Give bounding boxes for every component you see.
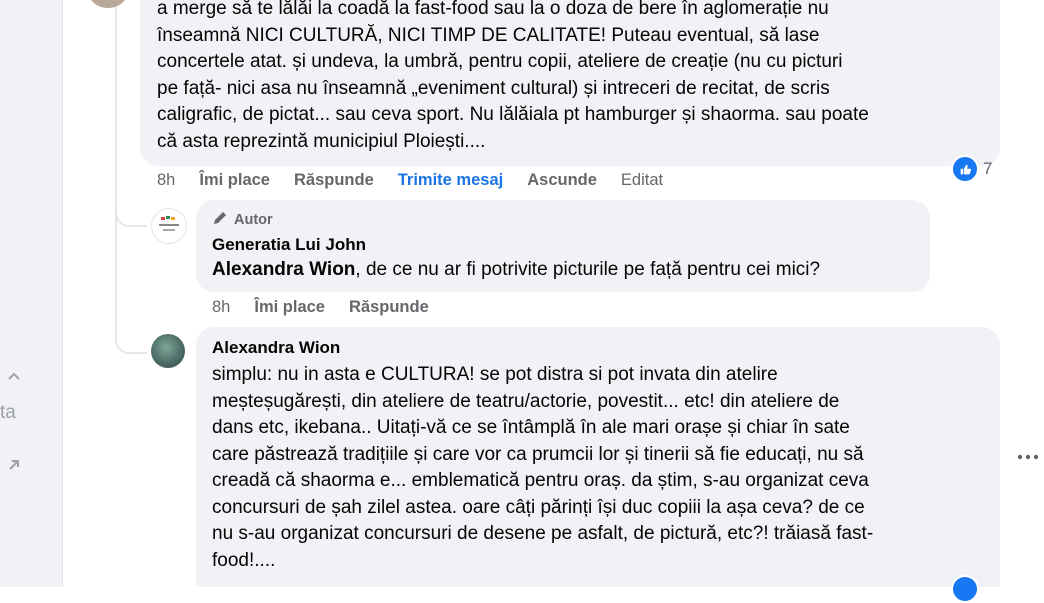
comment-bubble: a merge să te lălăi la coadă la fast-foo… (140, 0, 1000, 166)
reply-line: creadă că shaorma e... emblematică pentr… (212, 470, 869, 491)
chevron-up-icon[interactable] (6, 368, 22, 389)
reply-button[interactable]: Răspunde (294, 171, 374, 190)
avatar[interactable] (151, 334, 185, 368)
arrow-up-right-icon[interactable] (6, 457, 22, 478)
author-badge: Autor (234, 212, 273, 228)
like-button[interactable]: Îmi place (199, 171, 270, 190)
reply-line: simplu: nu in asta e CULTURA! se pot dis… (212, 364, 778, 385)
mention-link[interactable]: Alexandra Wion (212, 259, 355, 280)
reply-button[interactable]: Răspunde (349, 298, 429, 317)
send-message-button[interactable]: Trimite mesaj (398, 171, 503, 190)
commenter-name[interactable]: Generatia Lui John (212, 235, 366, 255)
reply-line: meșteșugărești, din ateliere de teatru/a… (212, 390, 840, 412)
thread-connector (115, 185, 147, 227)
reply-text: , de ce nu ar fi potrivite picturile pe … (355, 259, 821, 280)
comment-time[interactable]: 8h (157, 171, 175, 190)
commenter-name[interactable]: Alexandra Wion (212, 338, 340, 358)
comment-line: caligrafic, de pictat... sau ceva sport.… (157, 104, 869, 125)
comment-line: concertele atat. și undeva, la umbră, pe… (157, 51, 843, 72)
hide-button[interactable]: Ascunde (527, 171, 597, 190)
left-sidebar: ta (0, 0, 63, 587)
comment-line: înseamnă NICI CULTURĂ, NICI TIMP DE CALI… (157, 24, 820, 46)
reply-bubble: Alexandra Wion simplu: nu in asta e CULT… (196, 327, 1000, 587)
sidebar-partial-text: ta (0, 402, 16, 423)
reply-line: food!.... (212, 549, 276, 571)
reply-time[interactable]: 8h (212, 298, 230, 317)
reply-line: nu s-au organizat concursuri de desene p… (212, 523, 874, 544)
edited-label: Editat (620, 171, 664, 189)
more-options-icon[interactable] (1017, 450, 1039, 464)
reply-line: dans etc, ikebana.. Uitați-vă ce se întâ… (212, 417, 850, 438)
like-icon[interactable] (951, 575, 979, 603)
comment-line: pe față- nici asa nu înseamnă „eveniment… (157, 77, 830, 99)
reply-actions: 8h Îmi place Răspunde (212, 298, 453, 317)
reply-bubble: Autor Generatia Lui John Alexandra Wion,… (196, 200, 930, 292)
avatar[interactable] (88, 0, 128, 8)
thread-line (115, 0, 117, 330)
reaction-count[interactable]: 7 (951, 155, 992, 183)
reaction-count-value: 7 (983, 159, 993, 178)
pencil-icon (212, 210, 228, 230)
thread-connector (115, 312, 147, 354)
reply-line: concursuri de șah zilel astea. oare câți… (212, 496, 865, 518)
like-icon (951, 155, 979, 183)
comment-actions: 8h Îmi place Răspunde Trimite mesaj Ascu… (157, 171, 687, 190)
reply-line: care păstrează tradițiile și care vor ca… (212, 443, 864, 465)
comment-line: a merge să te lălăi la coadă la fast-foo… (157, 0, 829, 19)
like-button[interactable]: Îmi place (254, 298, 325, 317)
avatar[interactable] (151, 208, 187, 244)
comment-line: că asta reprezintă municipiul Ploiești..… (157, 130, 486, 152)
